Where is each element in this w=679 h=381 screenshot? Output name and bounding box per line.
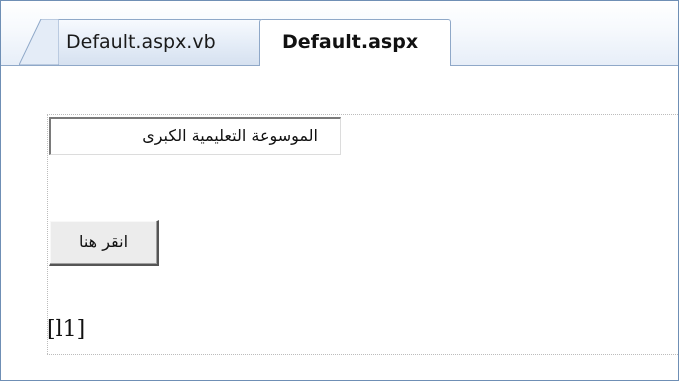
designer-window: Default.aspx.vb Default.aspx الموسوعة ال… bbox=[0, 0, 679, 381]
tab-label: Default.aspx.vb bbox=[66, 31, 216, 53]
design-surface[interactable]: الموسوعة التعليمية الكبرى انقر هنا [l1] bbox=[1, 66, 678, 380]
click-here-button[interactable]: انقر هنا bbox=[49, 220, 159, 266]
document-tab-strip: Default.aspx.vb Default.aspx bbox=[1, 1, 678, 66]
tab-default-aspx[interactable]: Default.aspx bbox=[259, 19, 451, 66]
form-boundary-bottom bbox=[47, 354, 678, 355]
text-box-control[interactable]: الموسوعة التعليمية الكبرى bbox=[49, 117, 341, 155]
tab-default-aspx-vb[interactable]: Default.aspx.vb bbox=[41, 19, 263, 65]
label-control[interactable]: [l1] bbox=[47, 314, 85, 346]
form-boundary-top bbox=[47, 114, 678, 115]
tab-label: Default.aspx bbox=[282, 31, 419, 53]
tab-slant-decoration bbox=[19, 19, 59, 65]
